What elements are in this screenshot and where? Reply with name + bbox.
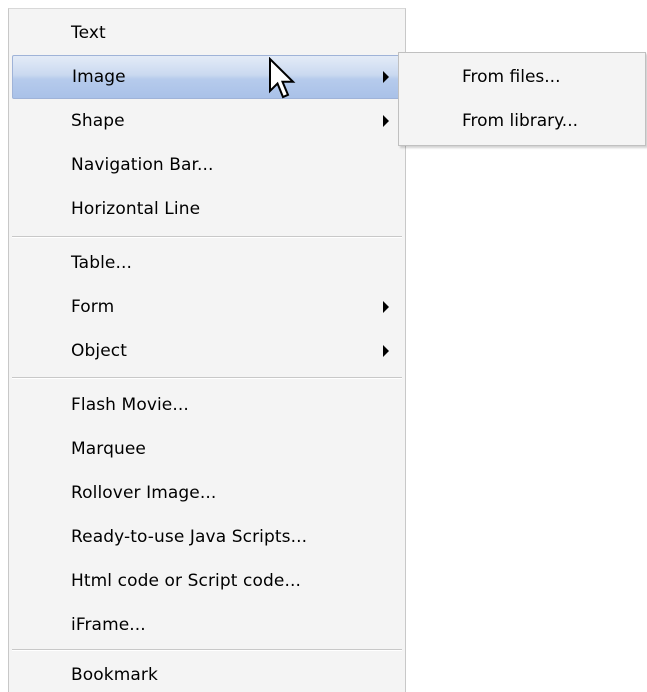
menu-item-label: Shape [71,111,125,131]
menu-item-html-code[interactable]: Html code or Script code... [9,559,405,603]
menu-item-label: Image [72,67,126,87]
submenu-item-label: From files... [462,67,561,87]
menu-item-text[interactable]: Text [9,11,405,55]
menu-item-label: Form [71,297,115,317]
submenu-item-label: From library... [462,111,579,131]
menu-item-label: Flash Movie... [71,395,189,415]
menu-item-label: Html code or Script code... [71,571,301,591]
submenu-arrow-icon [383,301,389,313]
menu-item-bookmark[interactable]: Bookmark [9,653,405,692]
menu-item-label: Object [71,341,127,361]
menu-separator [12,236,402,238]
menu-item-java-scripts[interactable]: Ready-to-use Java Scripts... [9,515,405,559]
menu-item-form[interactable]: Form [9,285,405,329]
submenu-arrow-icon [383,345,389,357]
menu-separator [12,649,402,651]
submenu-item-from-files[interactable]: From files... [399,55,645,99]
menu-separator [12,377,402,379]
menu-item-flash-movie[interactable]: Flash Movie... [9,383,405,427]
menu-item-label: Navigation Bar... [71,155,214,175]
menu-item-label: Text [71,23,106,43]
mouse-cursor-icon [269,57,296,99]
menu-item-label: iFrame... [71,615,146,635]
menu-item-object[interactable]: Object [9,329,405,373]
menu-item-navigation-bar[interactable]: Navigation Bar... [9,143,405,187]
menu-item-label: Bookmark [71,665,158,685]
menu-item-label: Ready-to-use Java Scripts... [71,527,308,547]
submenu-arrow-icon [383,115,389,127]
menu-item-rollover-image[interactable]: Rollover Image... [9,471,405,515]
menu-item-label: Rollover Image... [71,483,217,503]
screen: Text Image Shape Navigation Bar... Horiz… [0,0,647,692]
menu-item-horizontal-line[interactable]: Horizontal Line [9,187,405,231]
submenu-arrow-icon [383,71,389,83]
menu-item-shape[interactable]: Shape [9,99,405,143]
menu-item-image[interactable]: Image [12,55,403,99]
menu-item-iframe[interactable]: iFrame... [9,603,405,647]
insert-context-menu: Text Image Shape Navigation Bar... Horiz… [8,8,406,692]
menu-item-marquee[interactable]: Marquee [9,427,405,471]
image-submenu: From files... From library... [398,52,646,146]
menu-item-label: Table... [71,253,132,273]
menu-item-label: Horizontal Line [71,199,201,219]
menu-item-label: Marquee [71,439,146,459]
submenu-item-from-library[interactable]: From library... [399,99,645,143]
menu-item-table[interactable]: Table... [9,241,405,285]
